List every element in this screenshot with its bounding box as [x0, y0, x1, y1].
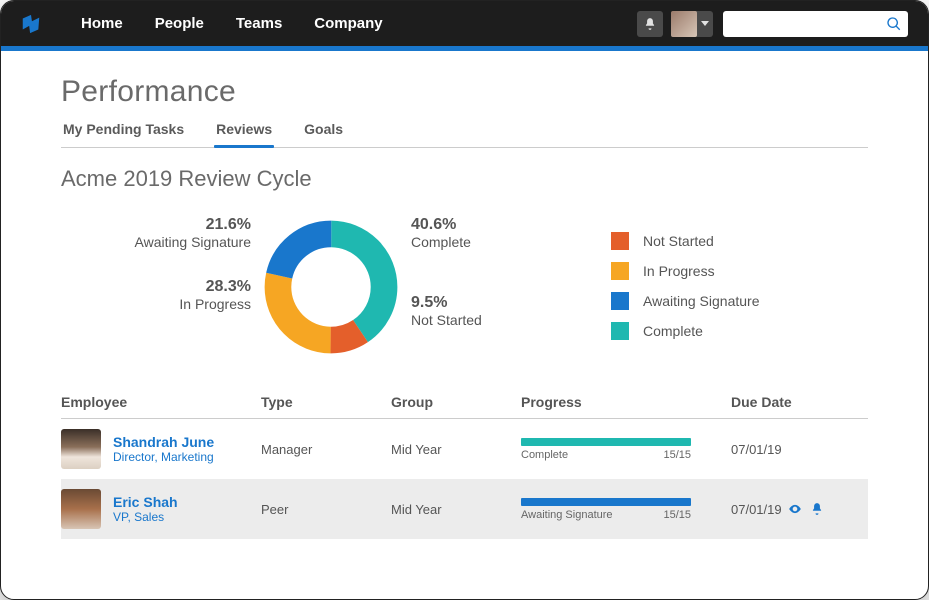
employee-name-link[interactable]: Eric Shah: [113, 494, 178, 510]
legend-in-progress: In Progress: [611, 262, 759, 280]
page-tabs: My Pending Tasks Reviews Goals: [61, 115, 868, 148]
callout-inprogress: 28.3% In Progress: [61, 278, 251, 312]
swatch-not-started: [611, 232, 629, 250]
eye-icon[interactable]: [788, 502, 802, 516]
th-type: Type: [261, 394, 391, 410]
nav-people[interactable]: People: [155, 15, 204, 32]
th-group: Group: [391, 394, 521, 410]
th-employee: Employee: [61, 394, 261, 410]
table-row[interactable]: Eric Shah VP, Sales Peer Mid Year Awaiti…: [61, 479, 868, 539]
chart-legend: Not Started In Progress Awaiting Signatu…: [611, 232, 759, 372]
app-logo[interactable]: [1, 13, 61, 35]
notifications-button[interactable]: [637, 11, 663, 37]
search-icon[interactable]: [886, 16, 902, 32]
legend-complete: Complete: [611, 322, 759, 340]
cell-group: Mid Year: [391, 442, 521, 457]
tab-pending-tasks[interactable]: My Pending Tasks: [61, 115, 186, 147]
progress-count: 15/15: [663, 449, 691, 461]
employee-role: Director, Marketing: [113, 450, 214, 464]
th-due: Due Date: [731, 394, 861, 410]
legend-not-started: Not Started: [611, 232, 759, 250]
callout-notstarted: 9.5% Not Started: [411, 294, 561, 328]
donut-hole: [298, 254, 365, 321]
primary-nav: Home People Teams Company: [81, 15, 383, 32]
th-progress: Progress: [521, 394, 731, 410]
cell-due-wrap: 07/01/19: [731, 502, 861, 517]
employee-avatar: [61, 489, 101, 529]
progress-bar: [521, 498, 691, 506]
page-title: Performance: [61, 75, 868, 109]
review-cycle-chart: 21.6% Awaiting Signature 28.3% In Progre…: [61, 202, 868, 372]
tab-reviews[interactable]: Reviews: [214, 115, 274, 147]
top-nav-bar: Home People Teams Company: [1, 1, 928, 46]
user-avatar: [671, 11, 697, 37]
callout-awaiting-label: Awaiting Signature: [61, 234, 251, 250]
cell-type: Peer: [261, 502, 391, 517]
progress-count: 15/15: [663, 509, 691, 521]
cell-progress: Complete 15/15: [521, 438, 731, 461]
swatch-in-progress: [611, 262, 629, 280]
employee-avatar: [61, 429, 101, 469]
bell-icon: [643, 17, 657, 31]
callout-complete-pct: 40.6%: [411, 216, 561, 234]
legend-label: In Progress: [643, 263, 715, 279]
legend-label: Complete: [643, 323, 703, 339]
cell-progress: Awaiting Signature 15/15: [521, 498, 731, 521]
page-content: Performance My Pending Tasks Reviews Goa…: [1, 51, 928, 539]
employee-role: VP, Sales: [113, 510, 178, 524]
bell-icon[interactable]: [810, 502, 824, 516]
reviews-table: Employee Type Group Progress Due Date Sh…: [61, 394, 868, 539]
legend-label: Awaiting Signature: [643, 293, 759, 309]
tab-goals[interactable]: Goals: [302, 115, 345, 147]
table-header: Employee Type Group Progress Due Date: [61, 394, 868, 419]
progress-status: Complete: [521, 449, 568, 461]
progress-bar: [521, 438, 691, 446]
cell-due: 07/01/19: [731, 502, 782, 517]
donut-chart: [251, 202, 411, 372]
table-row[interactable]: Shandrah June Director, Marketing Manage…: [61, 419, 868, 479]
callout-complete: 40.6% Complete: [411, 216, 561, 250]
global-search: [723, 11, 908, 37]
callout-notstarted-label: Not Started: [411, 312, 561, 328]
section-title: Acme 2019 Review Cycle: [61, 166, 868, 192]
callout-notstarted-pct: 9.5%: [411, 294, 561, 312]
callout-inprogress-pct: 28.3%: [61, 278, 251, 296]
legend-label: Not Started: [643, 233, 714, 249]
swatch-awaiting: [611, 292, 629, 310]
nav-company[interactable]: Company: [314, 15, 382, 32]
swatch-complete: [611, 322, 629, 340]
search-input[interactable]: [723, 11, 908, 37]
progress-status: Awaiting Signature: [521, 509, 613, 521]
callout-inprogress-label: In Progress: [61, 296, 251, 312]
app-frame: Home People Teams Company Performance My…: [0, 0, 929, 600]
user-menu[interactable]: [671, 11, 713, 37]
chart-callouts-right: 40.6% Complete 9.5% Not Started: [411, 202, 561, 372]
employee-name-link[interactable]: Shandrah June: [113, 434, 214, 450]
legend-awaiting: Awaiting Signature: [611, 292, 759, 310]
callout-awaiting-pct: 21.6%: [61, 216, 251, 234]
chevron-down-icon: [701, 21, 709, 26]
cell-due: 07/01/19: [731, 442, 861, 457]
nav-teams[interactable]: Teams: [236, 15, 282, 32]
cell-type: Manager: [261, 442, 391, 457]
chart-callouts-left: 21.6% Awaiting Signature 28.3% In Progre…: [61, 202, 251, 372]
cell-group: Mid Year: [391, 502, 521, 517]
nav-home[interactable]: Home: [81, 15, 123, 32]
callout-complete-label: Complete: [411, 234, 561, 250]
callout-awaiting: 21.6% Awaiting Signature: [61, 216, 251, 250]
